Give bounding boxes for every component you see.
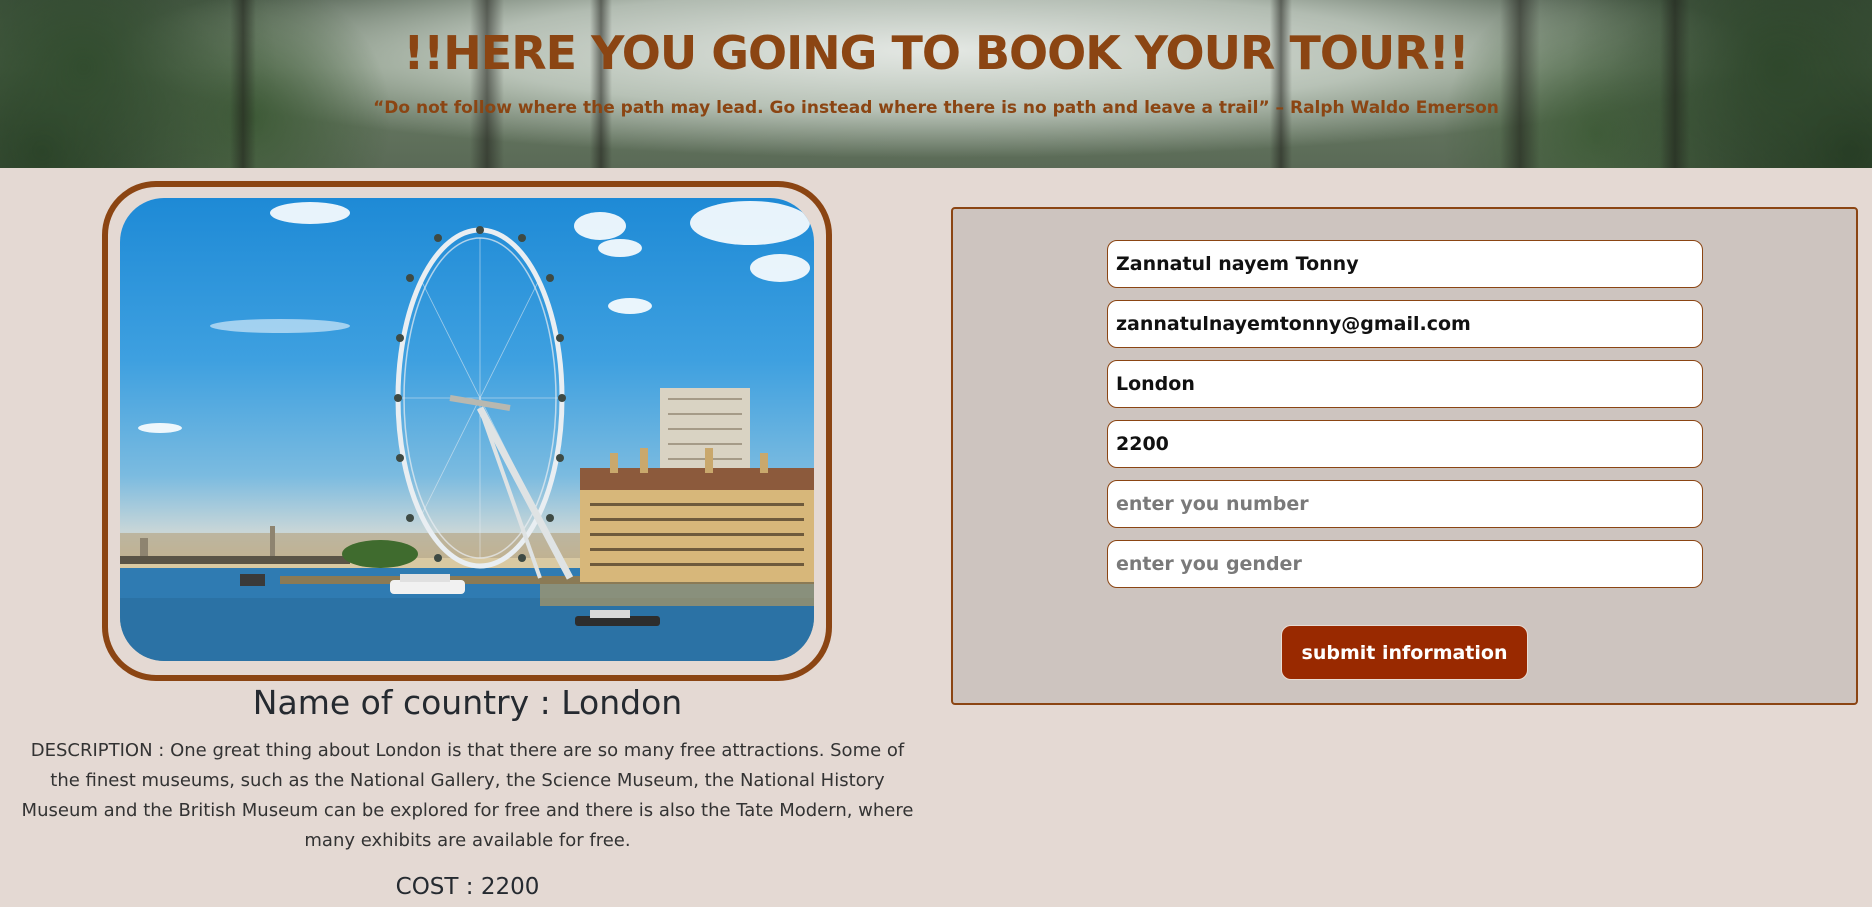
name-field[interactable]: [1107, 240, 1703, 288]
cost-field[interactable]: [1107, 420, 1703, 468]
destination-photo-frame: [102, 181, 832, 681]
destination-description: DESCRIPTION : One great thing about Lond…: [21, 740, 914, 851]
destination-cost: COST : 2200: [395, 874, 540, 900]
place-field[interactable]: [1107, 360, 1703, 408]
destination-name-heading: Name of country : London: [252, 683, 683, 722]
ferris-wheel: [395, 227, 574, 580]
email-field[interactable]: [1107, 300, 1703, 348]
submit-button[interactable]: submit information: [1281, 625, 1528, 680]
number-field[interactable]: [1107, 480, 1703, 528]
london-eye-illustration: [120, 201, 814, 661]
hero-quote: “Do not follow where the path may lead. …: [373, 98, 1499, 118]
page-title: !!HERE YOU GOING TO BOOK YOUR TOUR!!: [403, 26, 1469, 80]
county-hall: [580, 388, 814, 582]
gender-field[interactable]: [1107, 540, 1703, 588]
booking-form: submit information: [951, 207, 1858, 705]
destination-photo: [120, 198, 814, 661]
hero-banner: !!HERE YOU GOING TO BOOK YOUR TOUR!! “Do…: [0, 0, 1872, 168]
